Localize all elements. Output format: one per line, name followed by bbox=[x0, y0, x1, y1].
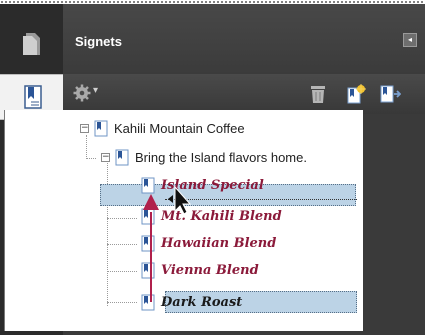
panel-title: Signets bbox=[75, 34, 122, 49]
bookmark-label: Kahili Mountain Coffee bbox=[114, 120, 245, 136]
bookmark-icon bbox=[94, 120, 108, 136]
mouse-cursor-icon bbox=[168, 185, 192, 215]
panel-header: Signets ◂ bbox=[63, 4, 425, 74]
bookmark-expand-icon bbox=[380, 85, 402, 103]
dropdown-caret-icon: ▾ bbox=[93, 85, 99, 96]
tree-connector bbox=[107, 302, 137, 303]
new-bookmark-icon bbox=[347, 84, 366, 104]
tree-connector bbox=[107, 218, 137, 219]
tree-connector bbox=[107, 244, 137, 245]
trash-icon bbox=[311, 86, 325, 103]
collapse-arrow-icon: ◂ bbox=[407, 35, 412, 44]
tree-row-item[interactable]: Mt. Kahili Blend bbox=[141, 205, 282, 227]
bookmark-icon bbox=[115, 149, 129, 165]
collapse-panel-button[interactable]: ◂ bbox=[403, 33, 417, 47]
bookmarks-toolbar: ▾ bbox=[63, 74, 425, 114]
tree-connector bbox=[86, 158, 96, 159]
bookmark-label: Bring the Island flavors home. bbox=[135, 149, 307, 165]
drag-arrow-icon bbox=[143, 194, 159, 302]
collapse-toggle[interactable]: − bbox=[101, 152, 110, 162]
drop-insertion-line bbox=[165, 199, 357, 200]
delete-bookmark-button[interactable] bbox=[307, 84, 329, 104]
pages-icon[interactable] bbox=[8, 22, 54, 66]
tree-row-root[interactable]: − Kahili Mountain Coffee bbox=[80, 117, 245, 139]
bookmark-label: Dark Roast bbox=[161, 294, 243, 310]
tree-row-child[interactable]: − Bring the Island flavors home. bbox=[101, 146, 307, 168]
options-menu-button[interactable]: ▾ bbox=[73, 84, 103, 104]
bookmark-label: Vienna Blend bbox=[161, 262, 259, 278]
tree-connector bbox=[107, 271, 137, 272]
bookmark-label: Hawaiian Blend bbox=[161, 235, 277, 251]
new-bookmark-button[interactable] bbox=[345, 84, 367, 104]
collapse-toggle[interactable]: − bbox=[80, 123, 89, 133]
expand-bookmark-button[interactable] bbox=[379, 84, 402, 104]
gear-icon bbox=[73, 84, 91, 102]
